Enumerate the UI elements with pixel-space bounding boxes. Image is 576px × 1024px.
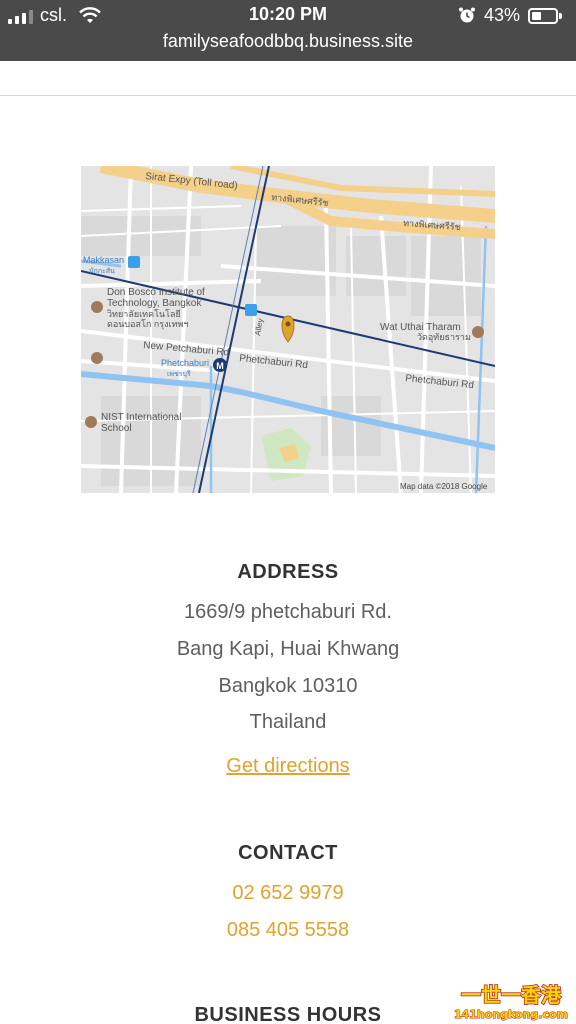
watermark-chinese: 一世一香港 <box>461 983 562 1007</box>
map-label-makkasan-thai: มักกะสัน <box>89 267 115 275</box>
alarm-icon <box>459 7 475 23</box>
browser-top-bar: csl. 10:20 PM 43% familyseafoodbbq.busin… <box>0 0 576 61</box>
map-label-wat-uthai-2: วัดอุทัยธาราม <box>417 332 471 343</box>
address-line-4: Thailand <box>249 711 327 733</box>
map-label-don-bosco-3: วิทยาลัยเทคโนโลยี <box>107 309 181 319</box>
phone-link-2[interactable]: 085 405 5558 <box>227 919 349 941</box>
map-attribution: Map data ©2018 Google <box>400 482 488 491</box>
phone-link-1[interactable]: 02 652 9979 <box>232 882 343 904</box>
map-label-don-bosco-1: Don Bosco Institute of <box>107 287 205 298</box>
map-label-makkasan: Makkasan <box>83 255 124 265</box>
get-directions-link[interactable]: Get directions <box>226 755 349 777</box>
map-label-nist-1: NIST International <box>101 412 181 423</box>
map-label-don-bosco-4: ดอนบอสโก กรุงเทพฯ <box>107 319 188 330</box>
address-line-1: 1669/9 phetchaburi Rd. <box>184 601 392 623</box>
location-map[interactable]: M Sirat Expy (Toll road) ทางพิเศษศรีรัช … <box>81 166 495 493</box>
battery-icon <box>528 8 562 24</box>
map-label-nist-2: School <box>101 423 132 434</box>
address-bar-url[interactable]: familyseafoodbbq.business.site <box>0 31 576 52</box>
contact-heading: CONTACT <box>238 842 338 864</box>
watermark-site: 141hongkong.com <box>454 1008 568 1021</box>
address-line-2: Bang Kapi, Huai Khwang <box>176 638 400 660</box>
header-divider <box>0 95 576 96</box>
battery-percentage: 43% <box>484 5 521 25</box>
address-line-3: Bangkok 10310 <box>218 675 358 697</box>
map-label-phetchaburi-station-thai: เพชรบุรี <box>167 370 191 378</box>
map-label-don-bosco-2: Technology, Bangkok <box>107 298 202 309</box>
svg-text:M: M <box>216 361 224 371</box>
status-bar: csl. 10:20 PM 43% <box>0 0 576 32</box>
site-watermark: 一世一香港 141hongkong.com <box>453 982 568 1021</box>
address-heading: ADDRESS <box>237 561 339 583</box>
map-label-phetchaburi-station: Phetchaburi <box>161 358 209 368</box>
